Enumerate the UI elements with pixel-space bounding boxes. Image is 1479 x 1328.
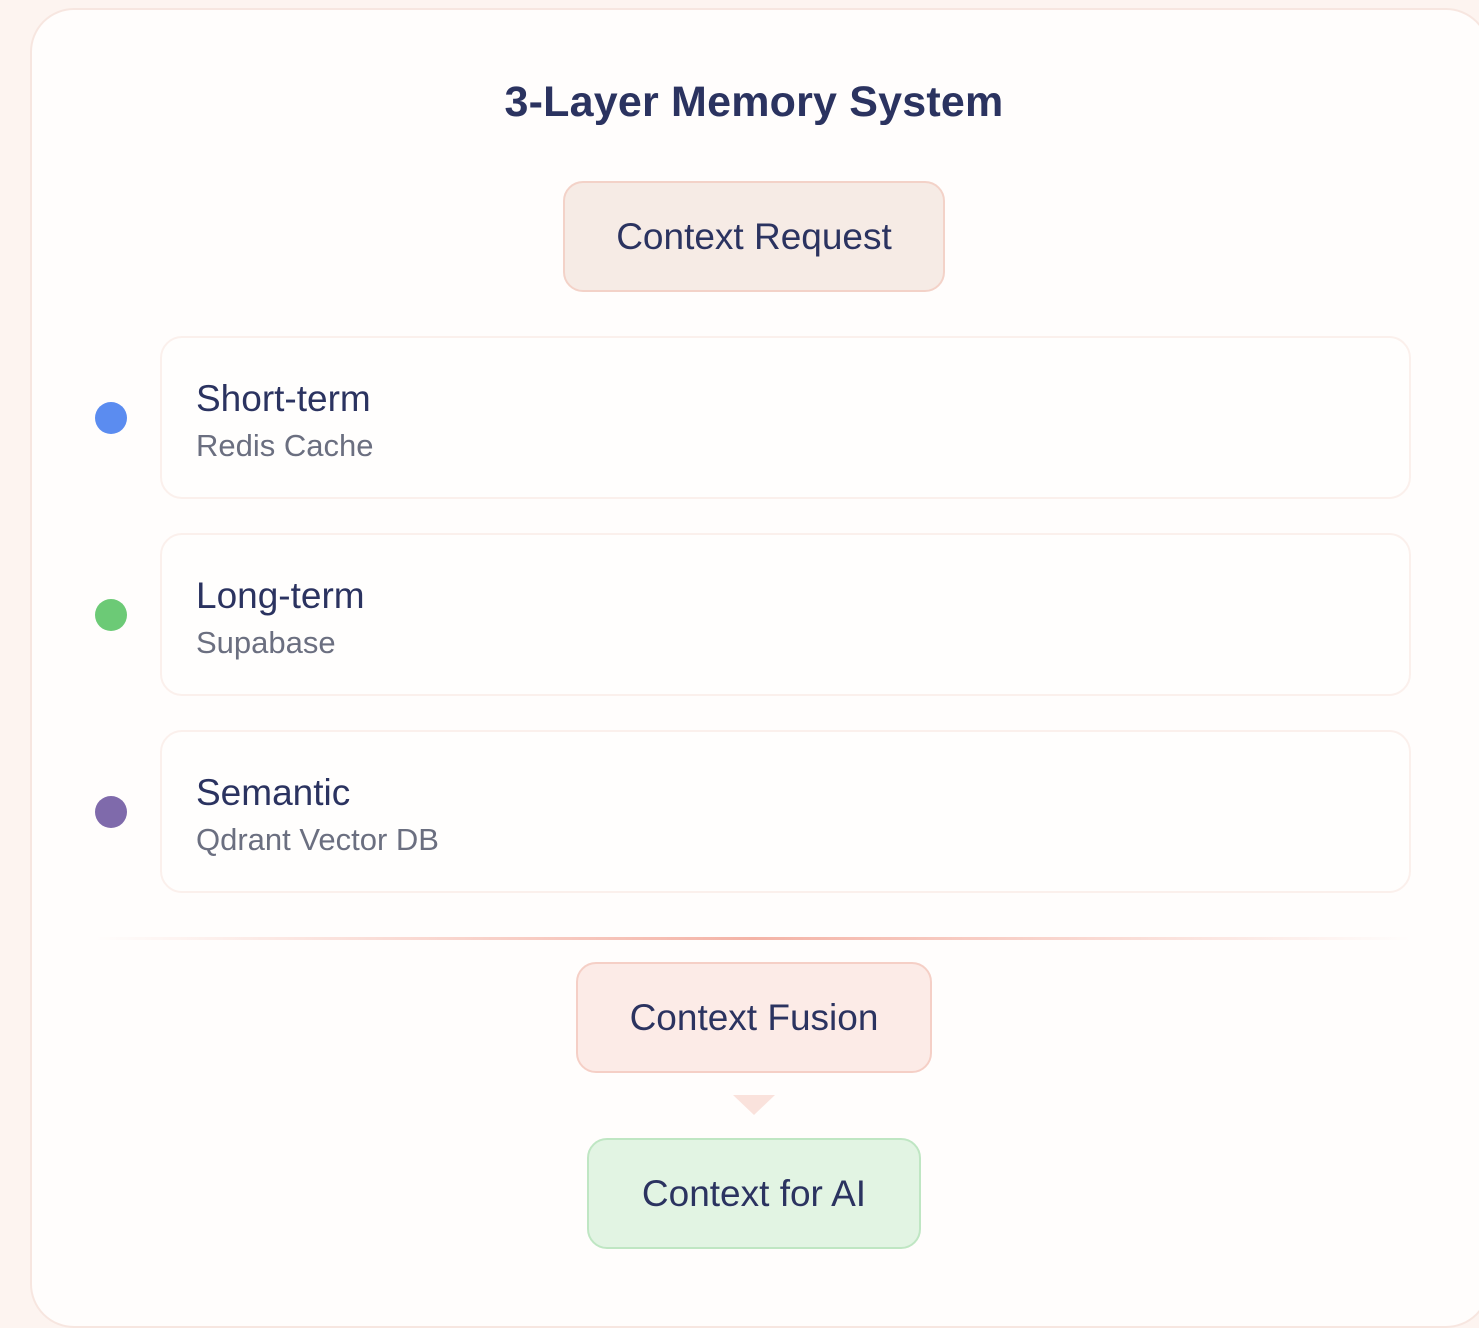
context-fusion-label: Context Fusion xyxy=(629,996,879,1038)
semantic-dot-icon xyxy=(95,796,127,828)
layer-semantic: Semantic Qdrant Vector DB xyxy=(160,730,1411,893)
section-divider xyxy=(95,937,1411,940)
layer-long-term: Long-term Supabase xyxy=(160,533,1411,696)
context-for-ai-node: Context for AI xyxy=(587,1138,921,1249)
layer-short-term: Short-term Redis Cache xyxy=(160,336,1411,499)
down-arrow-icon xyxy=(733,1095,775,1115)
layer-name: Long-term xyxy=(196,575,365,616)
context-request-node: Context Request xyxy=(563,181,945,292)
layer-name: Semantic xyxy=(196,772,351,813)
context-fusion-node: Context Fusion xyxy=(576,962,932,1073)
short-term-dot-icon xyxy=(95,402,127,434)
diagram-title: 3-Layer Memory System xyxy=(504,78,1004,126)
layer-name: Short-term xyxy=(196,378,371,419)
context-for-ai-label: Context for AI xyxy=(641,1172,867,1214)
long-term-dot-icon xyxy=(95,599,127,631)
context-request-label: Context Request xyxy=(616,215,892,257)
layer-store: Qdrant Vector DB xyxy=(196,822,439,857)
layer-store: Redis Cache xyxy=(196,428,374,463)
layer-store: Supabase xyxy=(196,625,336,660)
